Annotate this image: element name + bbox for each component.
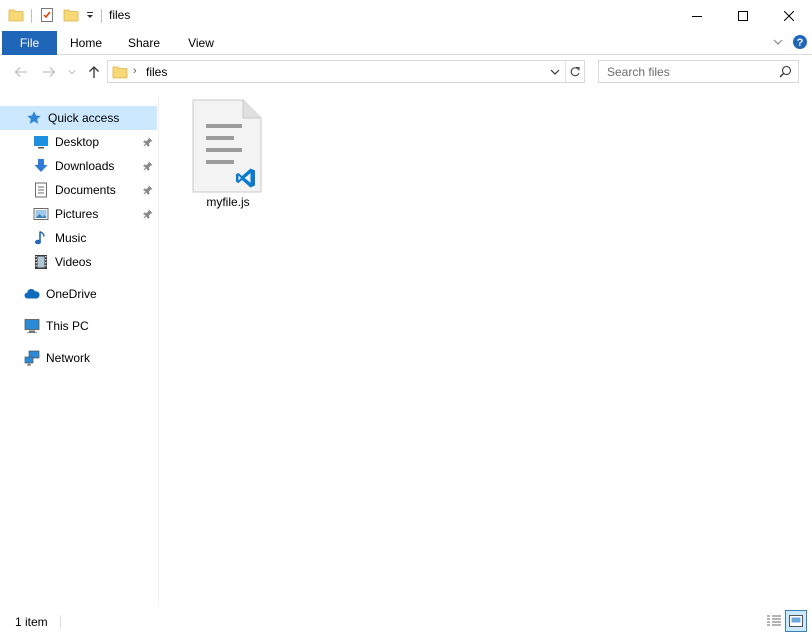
address-dropdown-button[interactable]	[546, 61, 564, 82]
breadcrumb-files[interactable]: files	[146, 65, 167, 79]
onedrive-cloud-icon	[24, 286, 40, 302]
minimize-icon	[692, 15, 702, 17]
large-icons-view-icon	[789, 615, 803, 627]
chevron-down-icon	[68, 70, 76, 75]
tab-home[interactable]: Home	[62, 31, 110, 55]
quick-access-toolbar	[8, 6, 95, 26]
sidebar-item-label: OneDrive	[46, 287, 97, 301]
sidebar-item-this-pc[interactable]: This PC	[0, 314, 157, 338]
sidebar-item-documents[interactable]: Documents	[0, 178, 157, 202]
forward-arrow-icon	[43, 67, 56, 77]
maximize-button[interactable]	[720, 0, 766, 31]
close-icon	[784, 10, 794, 21]
computer-icon	[24, 318, 40, 334]
new-folder-icon[interactable]	[63, 7, 79, 26]
ribbon-tabs: File Home Share View ?	[0, 31, 812, 55]
pin-icon[interactable]	[143, 184, 153, 198]
sidebar-item-downloads[interactable]: Downloads	[0, 154, 157, 178]
details-view-icon	[767, 615, 781, 626]
star-icon	[26, 110, 42, 126]
ribbon-controls: ?	[772, 34, 808, 53]
sidebar-item-desktop[interactable]: Desktop	[0, 130, 157, 154]
tab-view[interactable]: View	[178, 31, 224, 55]
sidebar-item-music[interactable]: Music	[0, 226, 157, 250]
window-title: files	[109, 8, 131, 22]
title-bar: files	[0, 0, 812, 31]
sidebar-item-pictures[interactable]: Pictures	[0, 202, 157, 226]
sidebar-item-label: Videos	[55, 255, 92, 269]
sidebar-item-quick-access[interactable]: Quick access	[0, 106, 157, 130]
back-button[interactable]	[12, 62, 30, 82]
pin-icon[interactable]	[143, 208, 153, 222]
tab-file[interactable]: File	[2, 31, 57, 55]
vscode-js-file-icon	[192, 99, 262, 193]
tab-share[interactable]: Share	[120, 31, 168, 55]
sidebar-item-label: Downloads	[55, 159, 115, 173]
navigation-pane: Quick access Desktop Downloads Documents	[0, 96, 159, 606]
pin-icon[interactable]	[143, 136, 153, 150]
sidebar-item-network[interactable]: Network	[0, 346, 157, 370]
minimize-button[interactable]	[674, 0, 720, 31]
search-input[interactable]: Search files	[607, 65, 670, 79]
sidebar-item-onedrive[interactable]: OneDrive	[0, 282, 157, 306]
customize-toolbar-icon[interactable]	[85, 9, 95, 23]
videos-icon	[33, 254, 49, 270]
pin-icon[interactable]	[143, 160, 153, 174]
file-item[interactable]: myfile.js	[190, 96, 266, 214]
sidebar-item-label: Pictures	[55, 207, 99, 221]
desktop-icon	[33, 134, 49, 150]
music-icon	[33, 230, 49, 246]
chevron-down-icon	[550, 69, 560, 75]
toolbar-separator	[31, 9, 32, 23]
sidebar-item-videos[interactable]: Videos	[0, 250, 157, 274]
up-arrow-icon	[89, 66, 99, 78]
refresh-button[interactable]	[565, 61, 584, 82]
folder-icon	[8, 7, 24, 26]
maximize-icon	[738, 10, 748, 21]
downloads-icon	[33, 158, 49, 174]
sidebar-item-label: Desktop	[55, 135, 100, 149]
refresh-icon	[570, 66, 580, 76]
breadcrumb-chevron-icon[interactable]: ›	[133, 65, 137, 77]
sidebar-item-label: Music	[55, 231, 87, 245]
documents-icon	[33, 182, 49, 198]
svg-text:?: ?	[797, 37, 804, 49]
folder-icon	[112, 64, 128, 83]
properties-icon[interactable]	[39, 7, 55, 26]
forward-button[interactable]	[40, 62, 58, 82]
help-icon[interactable]: ?	[792, 34, 808, 53]
address-bar[interactable]: › files	[107, 60, 585, 83]
search-box[interactable]: Search files	[598, 60, 799, 83]
file-name: myfile.js	[206, 195, 250, 209]
status-separator	[60, 615, 61, 629]
item-count: 1 item	[15, 615, 48, 629]
status-bar: 1 item	[0, 610, 812, 634]
up-button[interactable]	[86, 62, 102, 82]
network-icon	[24, 350, 40, 366]
sidebar-item-label: Quick access	[48, 111, 120, 125]
details-view-button[interactable]	[763, 610, 785, 632]
back-arrow-icon	[14, 67, 27, 77]
sidebar-item-label: This PC	[46, 319, 89, 333]
sidebar-item-label: Network	[46, 351, 91, 365]
recent-locations-button[interactable]	[65, 62, 79, 82]
expand-ribbon-icon[interactable]	[772, 36, 784, 51]
search-icon[interactable]	[779, 65, 792, 81]
sidebar-item-label: Documents	[55, 183, 116, 197]
large-icons-view-button[interactable]	[785, 610, 807, 632]
pictures-icon	[33, 206, 49, 222]
close-button[interactable]	[766, 0, 812, 31]
title-separator	[101, 9, 102, 23]
